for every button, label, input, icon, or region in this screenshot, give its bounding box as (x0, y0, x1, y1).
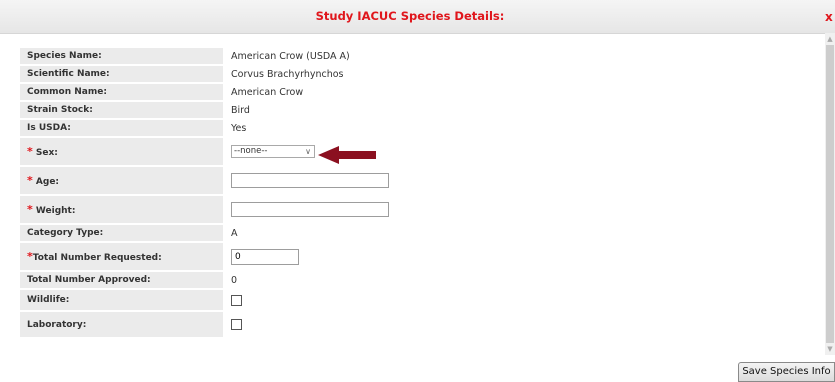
row-scientific-name: Scientific Name: Corvus Brachyrhynchos (20, 66, 531, 82)
total-requested-label-cell: *Total Number Requested: (20, 243, 223, 270)
row-is-usda: Is USDA: Yes (20, 120, 531, 136)
row-age: * Age: (20, 167, 531, 194)
required-marker: * (27, 174, 33, 187)
laboratory-value-cell (223, 312, 531, 337)
row-total-approved: Total Number Approved: 0 (20, 272, 531, 288)
species-details-table: Species Name: American Crow (USDA A) Sci… (20, 46, 531, 339)
sex-label: Sex: (35, 148, 58, 158)
age-input[interactable] (231, 173, 389, 188)
total-requested-label: Total Number Requested: (32, 253, 162, 263)
row-laboratory: Laboratory: (20, 312, 531, 337)
weight-value-cell (223, 196, 531, 223)
laboratory-label: Laboratory: (20, 312, 223, 337)
species-name-value: American Crow (USDA A) (231, 50, 350, 62)
pointer-arrow-icon (318, 146, 376, 164)
close-icon[interactable]: x (825, 10, 835, 24)
category-type-value: A (231, 227, 238, 239)
is-usda-label: Is USDA: (20, 120, 223, 136)
row-wildlife: Wildlife: (20, 290, 531, 310)
total-approved-label: Total Number Approved: (20, 272, 223, 288)
dialog-header: Study IACUC Species Details: x (0, 0, 835, 34)
wildlife-value-cell (223, 290, 531, 310)
row-species-name: Species Name: American Crow (USDA A) (20, 48, 531, 64)
wildlife-checkbox[interactable] (231, 294, 242, 306)
total-requested-input[interactable] (231, 248, 299, 265)
scrollbar-thumb[interactable] (826, 45, 834, 343)
weight-input[interactable] (231, 202, 389, 217)
age-label: Age: (35, 177, 60, 187)
required-marker: * (27, 145, 33, 158)
scientific-name-label: Scientific Name: (20, 66, 223, 82)
scientific-name-value: Corvus Brachyrhynchos (231, 68, 344, 80)
vertical-scrollbar[interactable]: ▲ ▼ (825, 33, 835, 355)
total-requested-value-cell (223, 243, 531, 270)
save-species-info-button[interactable]: Save Species Info (738, 362, 835, 382)
species-name-label: Species Name: (20, 48, 223, 64)
scroll-up-icon[interactable]: ▲ (825, 33, 835, 45)
weight-label-cell: * Weight: (20, 196, 223, 223)
total-approved-value: 0 (231, 274, 238, 286)
category-type-label: Category Type: (20, 225, 223, 241)
row-common-name: Common Name: American Crow (20, 84, 531, 100)
required-marker: * (27, 203, 33, 216)
row-weight: * Weight: (20, 196, 531, 223)
age-value-cell (223, 167, 531, 194)
row-category-type: Category Type: A (20, 225, 531, 241)
row-total-requested: *Total Number Requested: (20, 243, 531, 270)
common-name-label: Common Name: (20, 84, 223, 100)
dialog-title: Study IACUC Species Details: (315, 9, 505, 23)
strain-stock-label: Strain Stock: (20, 102, 223, 118)
scroll-down-icon[interactable]: ▼ (825, 343, 835, 355)
weight-label: Weight: (35, 206, 76, 216)
is-usda-value: Yes (231, 122, 247, 134)
strain-stock-value: Bird (231, 104, 250, 116)
sex-value-cell: --none-- ∨ (223, 138, 531, 165)
laboratory-checkbox[interactable] (231, 319, 242, 330)
row-sex: * Sex: --none-- ∨ (20, 138, 531, 165)
sex-label-cell: * Sex: (20, 138, 223, 165)
sex-selected-value: --none-- (234, 146, 268, 156)
age-label-cell: * Age: (20, 167, 223, 194)
wildlife-label: Wildlife: (20, 290, 223, 310)
sex-select[interactable]: --none-- ∨ (231, 145, 315, 158)
common-name-value: American Crow (231, 86, 304, 98)
chevron-down-icon: ∨ (305, 147, 311, 156)
row-strain-stock: Strain Stock: Bird (20, 102, 531, 118)
